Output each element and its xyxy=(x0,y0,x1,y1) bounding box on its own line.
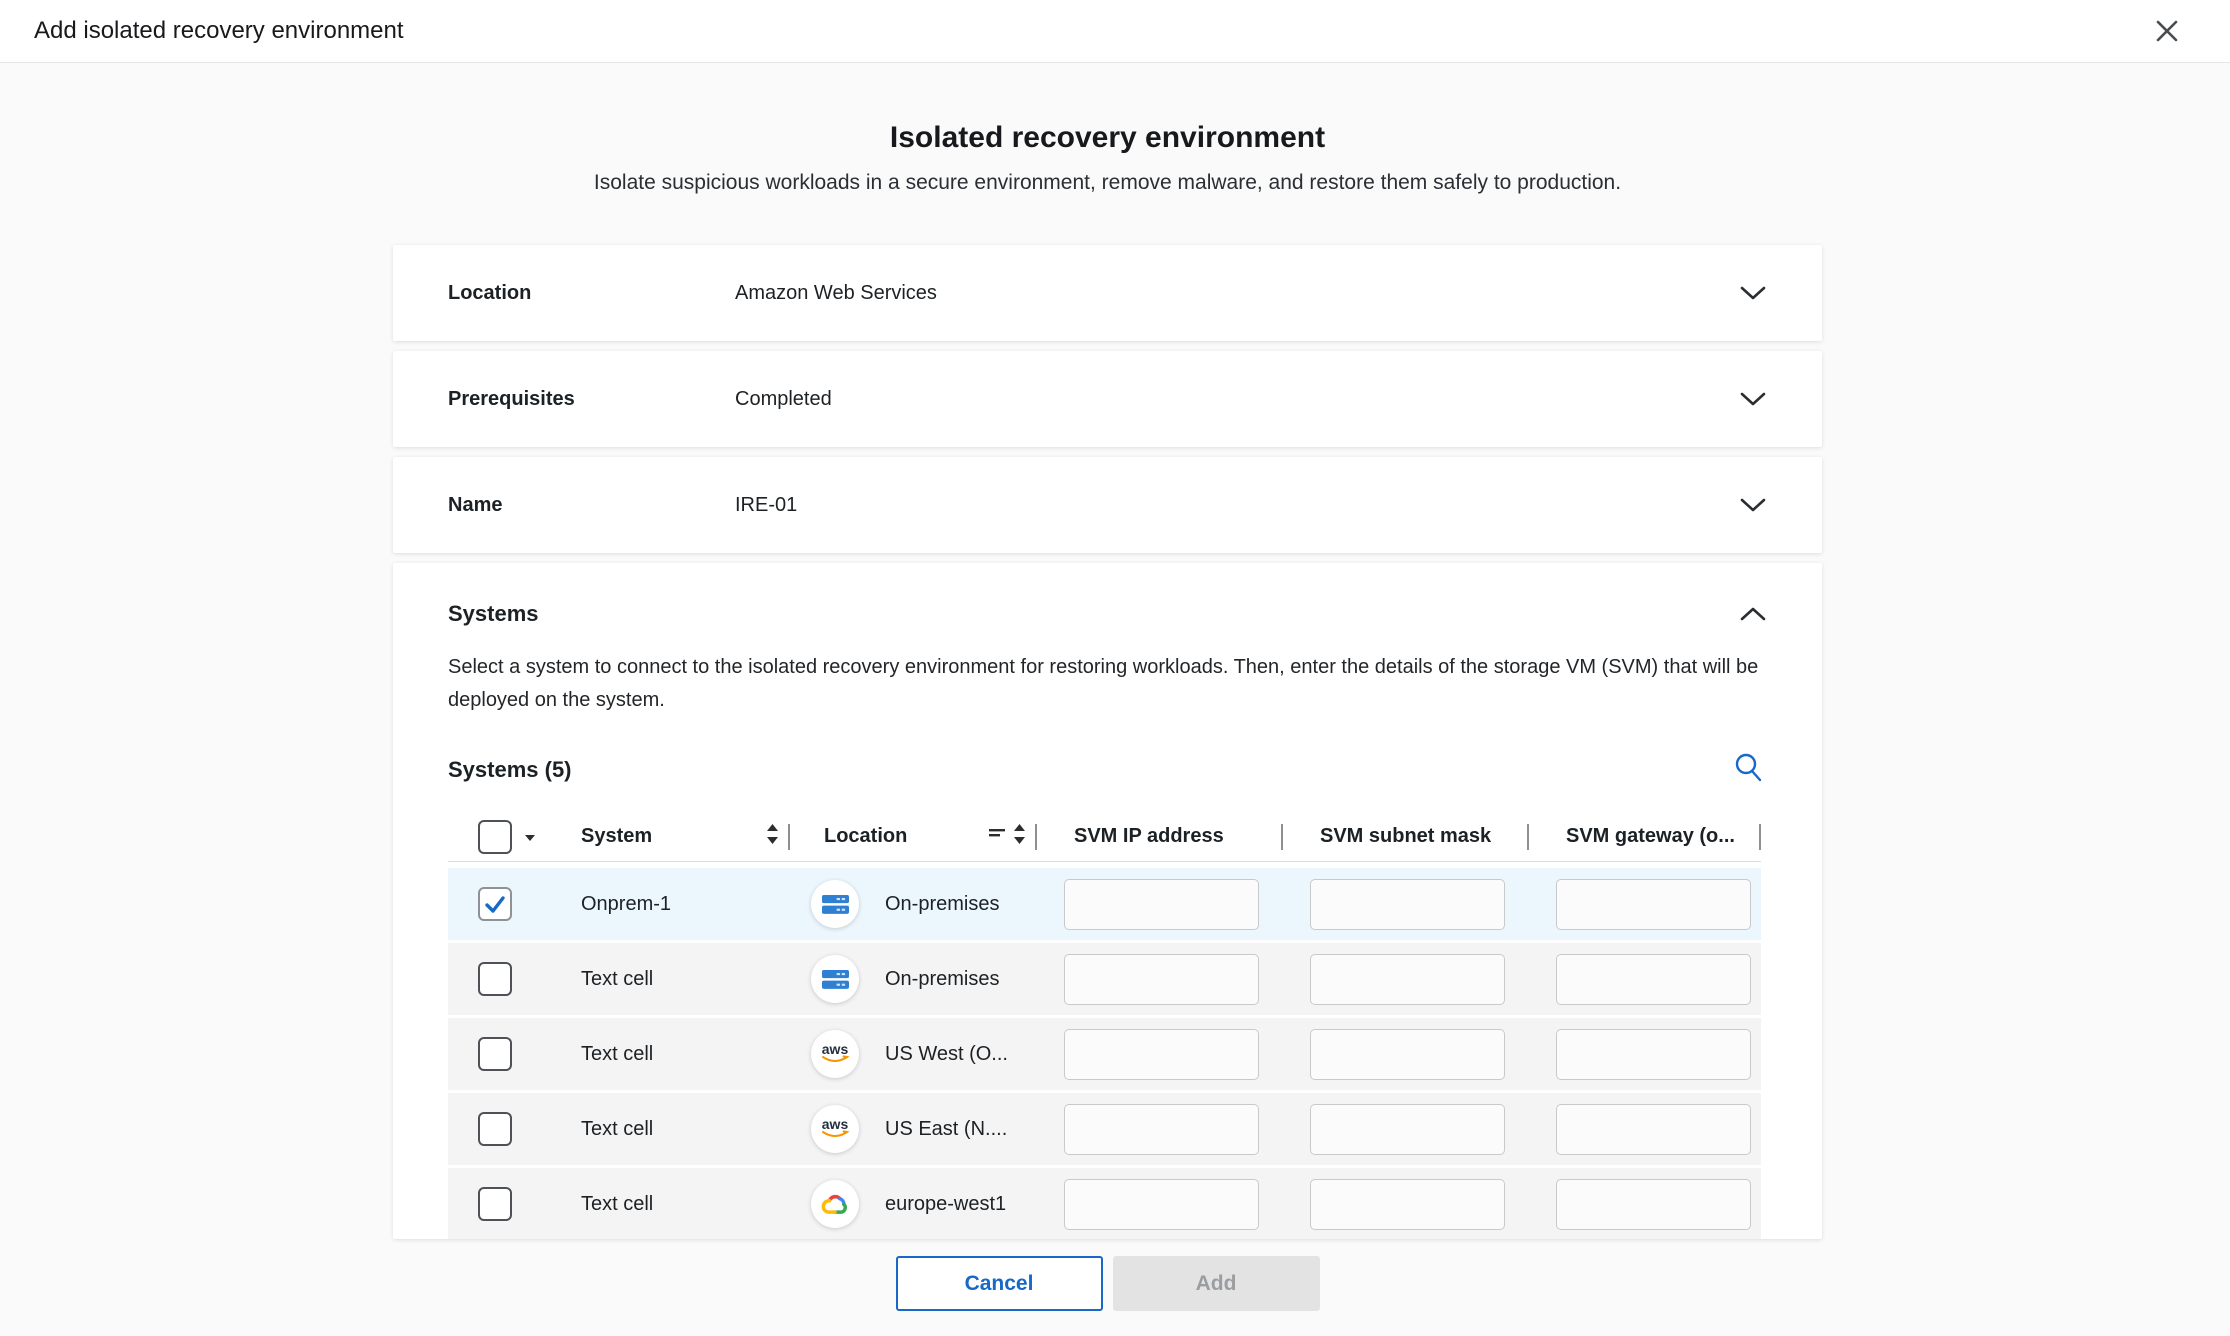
dialog-header: Add isolated recovery environment xyxy=(0,0,2230,63)
accordion-systems[interactable]: Systems xyxy=(448,601,1767,627)
svm-gateway-input[interactable] xyxy=(1556,879,1751,930)
system-cell-label: Text cell xyxy=(581,968,653,990)
system-cell-label: Text cell xyxy=(581,1118,653,1140)
table-row[interactable]: Text cell aws xyxy=(448,1093,1761,1165)
svm-gateway-input[interactable] xyxy=(1556,1179,1751,1230)
svg-text:aws: aws xyxy=(822,1116,849,1132)
svm-ip-input[interactable] xyxy=(1064,1179,1259,1230)
accordion-prerequisites[interactable]: Prerequisites Completed xyxy=(393,351,1822,447)
cancel-button[interactable]: Cancel xyxy=(896,1256,1103,1311)
chevron-down-icon xyxy=(1739,285,1767,301)
accordion-name[interactable]: Name IRE-01 xyxy=(393,457,1822,553)
location-cell-label: europe-west1 xyxy=(885,1193,1006,1216)
svm-ip-input[interactable] xyxy=(1064,879,1259,930)
dialog-title: Add isolated recovery environment xyxy=(34,17,404,45)
chevron-up-icon xyxy=(1739,606,1767,622)
column-divider xyxy=(1759,824,1761,850)
table-row[interactable]: Text cell aws xyxy=(448,943,1761,1015)
svm-subnet-input[interactable] xyxy=(1310,1029,1505,1080)
svm-gateway-input[interactable] xyxy=(1556,954,1751,1005)
dialog-body: Isolated recovery environment Isolate su… xyxy=(393,63,1822,1311)
accordion-label: Location xyxy=(448,282,735,305)
svm-subnet-input[interactable] xyxy=(1310,1179,1505,1230)
systems-description: Select a system to connect to the isolat… xyxy=(448,651,1767,717)
systems-title: Systems xyxy=(448,601,539,627)
column-header-system: System xyxy=(581,825,652,848)
chevron-down-icon xyxy=(1739,391,1767,407)
filter-icon[interactable] xyxy=(988,825,1006,848)
accordion-value: Completed xyxy=(735,388,1739,411)
location-cell-label: US East (N.... xyxy=(885,1118,1007,1141)
svm-subnet-input[interactable] xyxy=(1310,954,1505,1005)
table-row[interactable]: Text cell aws xyxy=(448,1018,1761,1090)
row-checkbox[interactable] xyxy=(478,1187,512,1221)
search-icon xyxy=(1733,773,1765,788)
sort-icon[interactable] xyxy=(1012,823,1027,851)
gcp-icon xyxy=(811,1180,859,1228)
system-cell-label: Text cell xyxy=(581,1193,653,1215)
svm-ip-input[interactable] xyxy=(1064,1104,1259,1155)
column-header-svm-ip: SVM IP address xyxy=(1074,825,1224,848)
on-premises-icon xyxy=(811,880,859,928)
page-subtitle: Isolate suspicious workloads in a secure… xyxy=(393,171,1822,195)
system-cell-label: Text cell xyxy=(581,1043,653,1065)
row-checkbox[interactable] xyxy=(478,1112,512,1146)
dialog-footer: Cancel Add xyxy=(393,1256,1822,1311)
page-title: Isolated recovery environment xyxy=(393,121,1822,155)
row-checkbox[interactable] xyxy=(478,887,512,921)
table-row[interactable]: Onprem-1 aws xyxy=(448,868,1761,940)
systems-section: Systems Select a system to connect to th… xyxy=(393,563,1822,1239)
accordion-location[interactable]: Location Amazon Web Services xyxy=(393,245,1822,341)
systems-table-body: Onprem-1 aws xyxy=(448,868,1761,1239)
select-menu-caret-icon[interactable] xyxy=(524,825,536,848)
systems-table: System Location xyxy=(448,812,1761,1239)
svm-subnet-input[interactable] xyxy=(1310,1104,1505,1155)
svm-subnet-input[interactable] xyxy=(1310,879,1505,930)
on-premises-icon xyxy=(811,955,859,1003)
row-checkbox[interactable] xyxy=(478,1037,512,1071)
column-header-svm-gateway: SVM gateway (o... xyxy=(1566,825,1735,848)
close-button[interactable] xyxy=(2149,14,2185,50)
location-cell-label: On-premises xyxy=(885,893,999,916)
search-button[interactable] xyxy=(1731,749,1767,790)
system-cell-label: Onprem-1 xyxy=(581,893,671,915)
svg-text:aws: aws xyxy=(822,1041,849,1057)
accordion-value: Amazon Web Services xyxy=(735,282,1739,305)
accordion-label: Prerequisites xyxy=(448,388,735,411)
accordion-label: Name xyxy=(448,494,735,517)
aws-icon: aws xyxy=(811,1105,859,1153)
sort-icon[interactable] xyxy=(765,823,780,851)
svm-gateway-input[interactable] xyxy=(1556,1104,1751,1155)
chevron-down-icon xyxy=(1739,497,1767,513)
svm-ip-input[interactable] xyxy=(1064,954,1259,1005)
aws-icon: aws xyxy=(811,1030,859,1078)
systems-count-title: Systems (5) xyxy=(448,757,572,783)
svm-gateway-input[interactable] xyxy=(1556,1029,1751,1080)
systems-table-header: System Location xyxy=(448,812,1761,862)
row-checkbox[interactable] xyxy=(478,962,512,996)
location-cell-label: US West (O... xyxy=(885,1043,1008,1066)
select-all-checkbox[interactable] xyxy=(478,820,512,854)
column-header-location: Location xyxy=(824,825,907,848)
svm-ip-input[interactable] xyxy=(1064,1029,1259,1080)
table-row[interactable]: Text cell aws xyxy=(448,1168,1761,1239)
accordion-value: IRE-01 xyxy=(735,494,1739,517)
close-icon xyxy=(2152,16,2182,49)
column-header-svm-subnet: SVM subnet mask xyxy=(1320,825,1491,848)
add-button[interactable]: Add xyxy=(1113,1256,1320,1311)
location-cell-label: On-premises xyxy=(885,968,999,991)
